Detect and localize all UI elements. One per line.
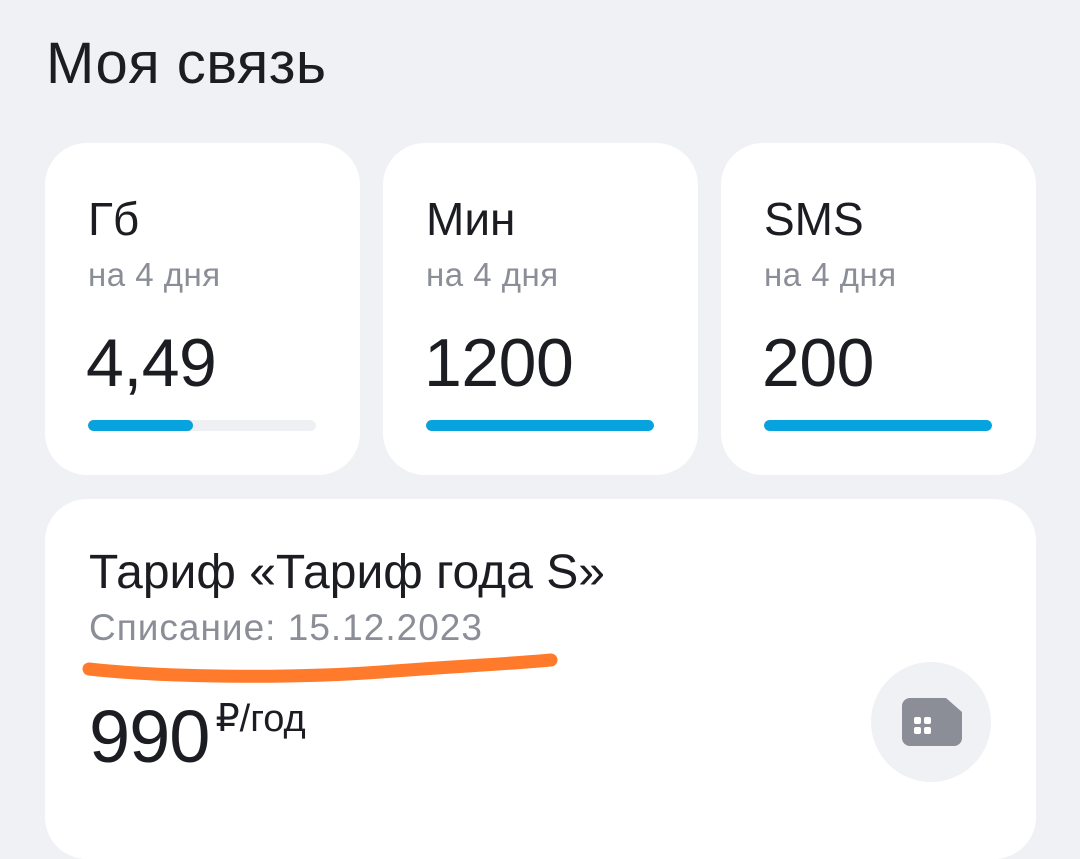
page-title: Моя связь — [46, 31, 327, 96]
balance-progress-fill — [764, 420, 992, 431]
tariff-title: Тариф «Тариф года S» — [89, 546, 605, 599]
balance-progress-fill — [88, 420, 193, 431]
balance-card-minutes[interactable]: Мин на 4 дня 1200 — [383, 143, 698, 475]
price-amount: 990 — [89, 695, 210, 778]
balance-card-data[interactable]: Гб на 4 дня 4,49 — [45, 143, 360, 475]
balance-value: 200 — [762, 325, 874, 401]
balance-value: 4,49 — [86, 325, 217, 401]
balance-progress-track — [764, 420, 992, 431]
sim-card-icon — [902, 698, 962, 746]
tariff-charge-date: Списание: 15.12.2023 — [89, 607, 483, 648]
balance-period: на 4 дня — [88, 256, 221, 293]
balance-unit: Гб — [88, 193, 140, 245]
tariff-price: 990 ₽/год — [89, 695, 306, 779]
tariff-card[interactable]: Тариф «Тариф года S» Списание: 15.12.202… — [45, 499, 1036, 859]
sim-card-button[interactable] — [871, 662, 991, 782]
balance-cards: Гб на 4 дня 4,49 Мин на 4 дня 1200 SMS н… — [45, 143, 1036, 475]
balance-progress-track — [426, 420, 654, 431]
balance-progress-fill — [426, 420, 654, 431]
annotation-underline — [82, 653, 558, 683]
balance-unit: SMS — [764, 193, 864, 245]
balance-progress-track — [88, 420, 316, 431]
price-unit: ₽/год — [215, 698, 306, 740]
balance-unit: Мин — [426, 193, 516, 245]
balance-value: 1200 — [424, 325, 574, 401]
balance-period: на 4 дня — [764, 256, 897, 293]
balance-card-sms[interactable]: SMS на 4 дня 200 — [721, 143, 1036, 475]
balance-period: на 4 дня — [426, 256, 559, 293]
